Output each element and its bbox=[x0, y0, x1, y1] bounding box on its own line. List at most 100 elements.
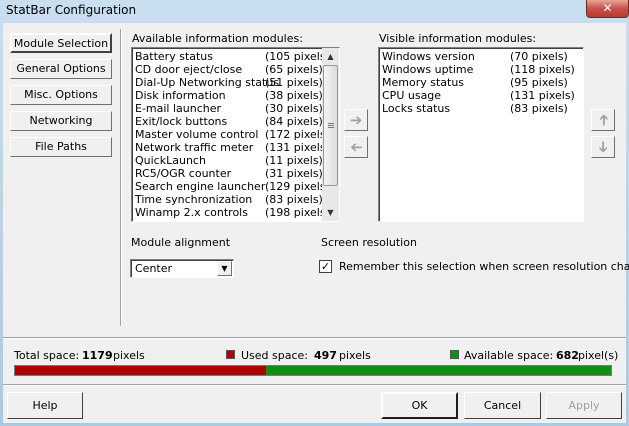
list-item[interactable]: Network traffic meter (131 pixels) bbox=[132, 141, 330, 154]
module-name: Locks status bbox=[382, 102, 451, 115]
module-name: Search engine launcher bbox=[135, 180, 266, 193]
module-name: Winamp 2.x controls bbox=[135, 206, 248, 219]
module-name: CD door eject/close bbox=[135, 63, 243, 76]
horizontal-separator bbox=[3, 384, 626, 386]
module-pixel-width: (198 pixels) bbox=[265, 206, 330, 219]
module-name: Windows version bbox=[382, 50, 475, 63]
remove-module-button[interactable]: ➔ bbox=[344, 136, 368, 158]
list-item[interactable]: Dial-Up Networking status (51 pixels) bbox=[132, 76, 323, 89]
module-pixel-width: (30 pixels) bbox=[265, 102, 323, 115]
list-item[interactable]: Winamp 2.x controls (198 pixels) bbox=[132, 206, 330, 219]
close-button[interactable]: ✕ bbox=[586, 0, 629, 18]
move-up-button[interactable]: ➔ bbox=[591, 109, 615, 131]
statbar-config-window: StatBar Configuration ✕ Module Selection… bbox=[0, 0, 629, 426]
module-name: Time synchronization bbox=[135, 193, 253, 206]
tab-misc-options[interactable]: Misc. Options bbox=[10, 85, 112, 105]
module-name: Disk information bbox=[135, 89, 226, 102]
apply-button[interactable]: Apply bbox=[546, 392, 622, 419]
used-space-label: Used space: bbox=[241, 349, 309, 362]
space-usage-bar bbox=[14, 365, 612, 376]
scrollbar-thumb[interactable] bbox=[323, 65, 338, 186]
visible-modules-label: Visible information modules: bbox=[379, 32, 537, 45]
tab-networking[interactable]: Networking bbox=[10, 111, 112, 131]
visible-modules-list[interactable]: Windows version (70 pixels) Windows uptime… bbox=[378, 47, 584, 222]
tab-file-paths[interactable]: File Paths bbox=[10, 137, 112, 157]
cancel-button-label: Cancel bbox=[483, 399, 522, 412]
screen-resolution-label: Screen resolution bbox=[321, 236, 417, 249]
tab-module-selection[interactable]: Module Selection bbox=[10, 33, 112, 53]
alignment-value: Center bbox=[135, 262, 173, 275]
tab-label: File Paths bbox=[35, 140, 87, 153]
arrow-left-icon: ➔ bbox=[349, 138, 363, 156]
module-name: Exit/lock buttons bbox=[135, 115, 228, 128]
list-item[interactable]: RC5/OGR counter (31 pixels) bbox=[132, 167, 323, 180]
total-space-value: 1179 bbox=[82, 349, 113, 362]
available-space-value: 682 bbox=[556, 349, 579, 362]
available-space-legend-swatch bbox=[450, 350, 459, 359]
list-item[interactable]: QuickLaunch (11 pixels) bbox=[132, 154, 323, 167]
module-name: Master volume control bbox=[135, 128, 259, 141]
close-icon: ✕ bbox=[602, 1, 613, 15]
list-item[interactable]: E-mail launcher (30 pixels) bbox=[132, 102, 323, 115]
tab-label: Networking bbox=[29, 114, 93, 127]
list-item[interactable]: Memory status (95 pixels) bbox=[379, 76, 579, 89]
chevron-down-icon[interactable]: ▼ bbox=[217, 261, 232, 276]
available-space-unit: pixel(s) bbox=[578, 349, 619, 362]
remember-resolution-checkbox[interactable]: ✓ bbox=[319, 260, 332, 273]
checkmark-icon: ✓ bbox=[320, 260, 331, 273]
arrow-up-icon: ➔ bbox=[593, 113, 612, 127]
tab-label: Misc. Options bbox=[24, 88, 98, 101]
available-space-label: Available space: bbox=[464, 349, 554, 362]
module-pixel-width: (131 pixels) bbox=[510, 89, 575, 102]
module-pixel-width: (83 pixels) bbox=[265, 193, 323, 206]
module-pixel-width: (95 pixels) bbox=[510, 76, 568, 89]
list-item[interactable]: Time synchronization (83 pixels) bbox=[132, 193, 323, 206]
module-name: Network traffic meter bbox=[135, 141, 254, 154]
grip-line bbox=[328, 127, 334, 128]
used-space-value: 497 bbox=[314, 349, 337, 362]
scroll-down-arrow-icon[interactable]: ▼ bbox=[322, 204, 339, 221]
move-down-button[interactable]: ➔ bbox=[591, 136, 615, 158]
module-name: Memory status bbox=[382, 76, 465, 89]
list-item[interactable]: Battery status (105 pixels) bbox=[132, 50, 330, 63]
title-bar[interactable]: StatBar Configuration ✕ bbox=[0, 0, 629, 23]
available-modules-list[interactable]: Battery status (105 pixels) CD door eject/… bbox=[131, 47, 340, 222]
grip-line bbox=[328, 125, 334, 126]
list-item[interactable]: Windows version (70 pixels) bbox=[379, 50, 579, 63]
tab-label: Module Selection bbox=[13, 37, 109, 50]
grip-line bbox=[328, 123, 334, 124]
module-pixel-width: (65 pixels) bbox=[265, 63, 323, 76]
cancel-button[interactable]: Cancel bbox=[464, 392, 541, 419]
module-pixel-width: (11 pixels) bbox=[265, 154, 323, 167]
tab-label: General Options bbox=[16, 62, 106, 75]
module-alignment-select[interactable]: Center ▼ bbox=[130, 259, 234, 278]
list-item[interactable]: Windows uptime (118 pixels) bbox=[379, 63, 579, 76]
module-pixel-width: (83 pixels) bbox=[510, 102, 568, 115]
list-item[interactable]: Exit/lock buttons (84 pixels) bbox=[132, 115, 323, 128]
vertical-separator bbox=[120, 29, 122, 326]
list-item[interactable]: Master volume control (172 pixels) bbox=[132, 128, 330, 141]
list-item[interactable]: CD door eject/close (65 pixels) bbox=[132, 63, 323, 76]
list-item[interactable]: Search engine launcher (129 pixels) bbox=[132, 180, 330, 193]
list-item[interactable]: Disk information (38 pixels) bbox=[132, 89, 323, 102]
used-space-unit: pixels bbox=[339, 349, 371, 362]
module-pixel-width: (31 pixels) bbox=[265, 167, 323, 180]
add-module-button[interactable]: ➔ bbox=[344, 109, 368, 131]
help-button-label: Help bbox=[32, 399, 58, 412]
module-name: Battery status bbox=[135, 50, 214, 63]
total-space-unit: pixels bbox=[113, 349, 145, 362]
help-button[interactable]: Help bbox=[7, 392, 83, 419]
list-item[interactable]: Locks status (83 pixels) bbox=[379, 102, 579, 115]
module-pixel-width: (131 pixels) bbox=[265, 141, 330, 154]
module-pixel-width: (51 pixels) bbox=[265, 76, 323, 89]
module-name: Windows uptime bbox=[382, 63, 474, 76]
scroll-up-arrow-icon[interactable]: ▲ bbox=[322, 48, 339, 65]
tab-general-options[interactable]: General Options bbox=[10, 59, 112, 79]
available-list-scrollbar[interactable]: ▲ ▼ bbox=[322, 48, 339, 221]
used-space-bar-fill bbox=[15, 366, 267, 375]
list-item[interactable]: CPU usage (131 pixels) bbox=[379, 89, 579, 102]
available-modules-label: Available information modules: bbox=[132, 32, 303, 45]
used-space-legend-swatch bbox=[226, 350, 235, 359]
module-name: Dial-Up Networking status bbox=[135, 76, 280, 89]
ok-button[interactable]: OK bbox=[381, 392, 458, 419]
